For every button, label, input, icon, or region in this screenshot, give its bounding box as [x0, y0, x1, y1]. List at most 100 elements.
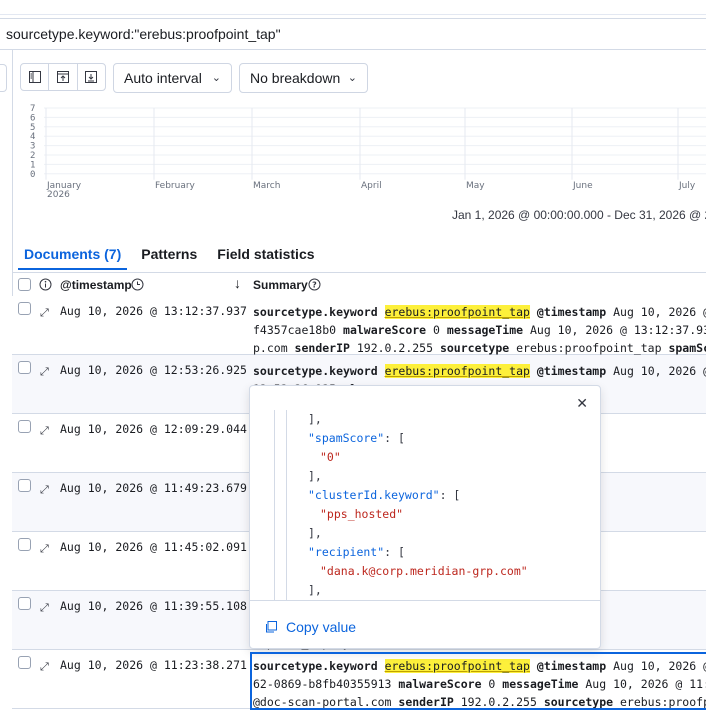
copy-value-label: Copy value [286, 619, 357, 635]
y-tick-label: 0 [30, 170, 35, 180]
field-value: p.com [253, 341, 295, 355]
field-value: Aug 10, 2026 @ 12 [613, 364, 706, 378]
table-row[interactable]: ⤢ Aug 10, 2026 @ 13:12:37.937 sourcetype.k… [12, 296, 706, 355]
expand-row-icon[interactable]: ⤢ [40, 543, 49, 556]
json-token: "clusterId.keyword" [308, 488, 440, 502]
field-value: erebus:proofpoint_tap [509, 341, 669, 355]
row-timestamp: Aug 10, 2026 @ 11:23:38.271 [60, 658, 247, 672]
field-value: Aug 10, 2026 @ 13:12:37.937 p [529, 323, 706, 337]
expand-row-icon[interactable]: ⤢ [40, 484, 49, 497]
expand-row-icon[interactable]: ⤢ [40, 661, 49, 674]
grid-header: @timestamp ↓ Summary ? [12, 272, 706, 298]
expand-row-icon[interactable]: ⤢ [40, 602, 49, 615]
json-token: "dana.k@corp.meridian-grp.com" [320, 564, 528, 578]
json-line: "spamScore": [ [258, 429, 594, 448]
json-line: ], [258, 581, 594, 600]
sort-descending-icon[interactable]: ↓ [234, 275, 241, 291]
json-token: ], [308, 469, 322, 483]
x-tick-label: July [678, 181, 696, 191]
row-timestamp: Aug 10, 2026 @ 11:45:02.091 [60, 540, 247, 554]
interval-select-label: Auto interval [124, 70, 202, 86]
expand-row-icon[interactable]: ⤢ [40, 425, 49, 438]
json-token: "0" [320, 450, 341, 464]
x-tick-label: March [253, 181, 280, 191]
highlight-value: erebus:proofpoint_tap [384, 364, 530, 378]
field-key: @timestamp [536, 364, 607, 378]
toggle-chart-button[interactable] [21, 64, 50, 90]
row-checkbox[interactable] [18, 479, 31, 492]
interval-select[interactable]: Auto interval ⌄ [113, 63, 232, 93]
column-timestamp[interactable]: @timestamp [60, 278, 132, 292]
histogram-toolbar: Auto interval ⌄ No breakdown ⌄ [0, 56, 706, 98]
row-checkbox[interactable] [18, 302, 31, 315]
cell-value-popover: ✕ ], "spamScore": ["0"], "clusterId.keywor… [249, 385, 601, 649]
select-all-checkbox[interactable] [18, 278, 31, 291]
field-value: 192.0.2.255 [349, 341, 440, 355]
json-token: "recipient" [308, 545, 385, 559]
download-chart-button[interactable] [78, 64, 105, 90]
json-line: ], [258, 467, 594, 486]
row-checkbox[interactable] [18, 656, 31, 669]
json-value-view: ], "spamScore": ["0"], "clusterId.keyword"… [258, 410, 594, 600]
json-line: ], [258, 410, 594, 429]
json-token: ], [308, 583, 322, 597]
histogram-svg: 76543210 January February March April May Jun… [30, 104, 706, 200]
x-tick-label: June [572, 181, 593, 191]
upload-chart-button[interactable] [49, 64, 78, 90]
field-key: sourcetype [439, 341, 510, 355]
query-text: sourcetype.keyword:"erebus:proofpoint_ta… [6, 26, 281, 42]
x-tick-label: April [361, 181, 382, 191]
tab-patterns[interactable]: Patterns [135, 240, 203, 270]
column-summary[interactable]: Summary [253, 278, 308, 292]
query-bar[interactable]: sourcetype.keyword:"erebus:proofpoint_ta… [0, 18, 706, 50]
view-tabs: Documents (7) Patterns Field statistics [18, 240, 329, 270]
field-key: messageTime [446, 323, 524, 337]
json-line: "recipient": [ [258, 543, 594, 562]
json-punct: : [ [384, 431, 405, 445]
json-line: ], [258, 524, 594, 543]
tab-documents[interactable]: Documents (7) [18, 240, 128, 270]
expand-row-icon[interactable]: ⤢ [40, 307, 49, 320]
row-checkbox[interactable] [18, 538, 31, 551]
date-range-label[interactable]: Jan 1, 2026 @ 00:00:00.000 - Dec 31, 202… [452, 208, 706, 222]
info-icon[interactable] [39, 278, 52, 291]
row-timestamp: Aug 10, 2026 @ 11:49:23.679 [60, 481, 247, 495]
row-timestamp: Aug 10, 2026 @ 12:53:26.925 [60, 363, 247, 377]
json-token: "pps_hosted" [320, 507, 404, 521]
upload-icon [56, 71, 69, 83]
breakdown-select-label: No breakdown [250, 70, 341, 86]
copy-value-button[interactable]: Copy value [264, 619, 356, 635]
row-summary[interactable]: sourcetype.keyword erebus:proofpoint_tap… [253, 303, 706, 357]
field-value: f4357cae18b0 [253, 323, 344, 337]
x-tick-label: May [466, 181, 485, 191]
copy-progress [250, 648, 286, 649]
row-timestamp: Aug 10, 2026 @ 13:12:37.937 [60, 304, 247, 318]
x-year-label: 2026 [47, 190, 70, 200]
field-key: spamScore [668, 341, 706, 355]
json-line: "pps_hosted" [258, 505, 594, 524]
selected-cell-outline [250, 652, 706, 710]
row-timestamp: Aug 10, 2026 @ 12:09:29.044 [60, 422, 247, 436]
tab-field-statistics[interactable]: Field statistics [211, 240, 320, 270]
copy-icon [266, 621, 277, 633]
breakdown-select[interactable]: No breakdown ⌄ [239, 63, 368, 93]
help-icon: ? [308, 278, 321, 291]
field-key: malwareScore [343, 323, 427, 337]
json-line: "clusterId.keyword": [ [258, 486, 594, 505]
x-tick-label: February [155, 181, 196, 191]
top-bar [0, 0, 706, 15]
y-axis: 76543210 [30, 104, 706, 180]
field-value: 0 [426, 323, 447, 337]
field-key: @timestamp [536, 305, 607, 319]
row-checkbox[interactable] [18, 361, 31, 374]
row-checkbox[interactable] [18, 420, 31, 433]
x-axis: January February March April May June July2026 [45, 108, 696, 200]
field-key: senderIP [294, 341, 350, 355]
left-button-group-edge[interactable] [0, 64, 7, 92]
clock-icon [131, 278, 144, 291]
row-timestamp: Aug 10, 2026 @ 11:39:55.108 [60, 599, 247, 613]
json-line: "0" [258, 448, 594, 467]
row-checkbox[interactable] [18, 597, 31, 610]
chart-options-group [20, 63, 106, 91]
expand-row-icon[interactable]: ⤢ [40, 366, 49, 379]
